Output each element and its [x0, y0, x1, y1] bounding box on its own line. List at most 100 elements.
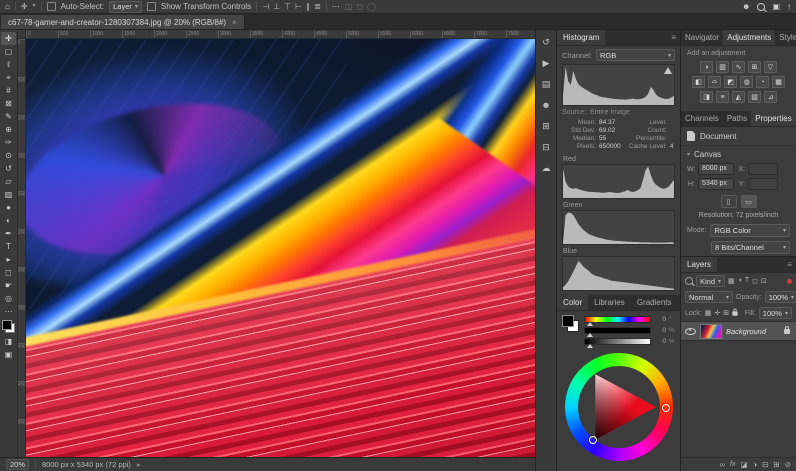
document-canvas[interactable]: [26, 39, 535, 457]
marquee-tool[interactable]: ▢: [1, 45, 16, 58]
adjustment-icon-0-3[interactable]: ⊞: [748, 61, 761, 73]
lock-icon-1[interactable]: ✛: [714, 309, 720, 317]
blend-mode-dropdown[interactable]: Normal ▾: [685, 291, 733, 303]
tab-histogram[interactable]: Histogram: [557, 30, 605, 45]
panel-menu-icon[interactable]: ≡: [667, 30, 680, 45]
height-field[interactable]: 5340 px: [698, 178, 734, 190]
tool-color-swatches[interactable]: [2, 320, 15, 333]
align-icon-5[interactable]: ≣: [314, 2, 321, 11]
layer-filter-icon-0[interactable]: ▦: [728, 277, 735, 285]
color-mode-dropdown[interactable]: RGB Color ▾: [710, 224, 790, 237]
portrait-orientation-button[interactable]: ▯: [721, 195, 737, 208]
align-icon-3[interactable]: ⊢: [295, 2, 302, 11]
tab-libraries[interactable]: Libraries: [588, 295, 631, 310]
layer-filter-icon-4[interactable]: ⊡: [761, 277, 767, 285]
horizontal-ruler[interactable]: 0500100015002000250030003500400045005000…: [18, 30, 535, 39]
hand-tool[interactable]: ☛: [1, 279, 16, 292]
crop-tool[interactable]: #: [1, 84, 16, 97]
adjustment-icon-1-5[interactable]: ▦: [772, 76, 785, 88]
eyedropper-tool[interactable]: ✎: [1, 110, 16, 123]
slider-marker[interactable]: [587, 322, 593, 326]
auto-select-checkbox[interactable]: [47, 2, 56, 11]
pen-tool[interactable]: ✒: [1, 227, 16, 240]
layer-filter-icon-1[interactable]: ◑: [738, 277, 742, 285]
tab-styles[interactable]: Styles: [775, 30, 796, 45]
move-tool-icon[interactable]: ✛: [21, 0, 28, 13]
move-tool[interactable]: ✛: [1, 32, 16, 45]
visibility-eye-icon[interactable]: [685, 328, 696, 335]
layer-name[interactable]: Background: [726, 327, 780, 336]
history-panel-icon[interactable]: ↺: [539, 36, 553, 48]
export-panel-icon[interactable]: ⊞: [539, 120, 553, 132]
tab-channels[interactable]: Channels: [681, 111, 723, 126]
history-brush-tool[interactable]: ↺: [1, 162, 16, 175]
fill-field[interactable]: 100% ▾: [759, 307, 792, 319]
comments-panel-icon[interactable]: ☻: [539, 99, 553, 111]
shape-tool[interactable]: ◻: [1, 266, 16, 279]
share-icon[interactable]: ↑: [787, 0, 791, 13]
healing-brush-tool[interactable]: ⊕: [1, 123, 16, 136]
lock-icon-0[interactable]: ▦: [705, 309, 712, 317]
brightness-slider-value[interactable]: 0: [654, 338, 666, 345]
chevron-down-icon[interactable]: ▾: [687, 151, 690, 158]
source-value[interactable]: Entire Image: [590, 109, 630, 116]
gradient-tool[interactable]: ▨: [1, 188, 16, 201]
adjustment-icon-0-4[interactable]: ▽: [764, 61, 777, 73]
eraser-tool[interactable]: ▱: [1, 175, 16, 188]
slider-marker[interactable]: [587, 333, 593, 337]
new-group-icon[interactable]: ⊟: [762, 460, 768, 469]
adjustment-icon-0-2[interactable]: ∿: [732, 61, 745, 73]
sv-selector-dot[interactable]: [589, 436, 597, 444]
link-layers-icon[interactable]: ∞: [720, 460, 725, 469]
notes-panel-icon[interactable]: ▤: [539, 78, 553, 90]
align-icon-4[interactable]: ∥: [306, 2, 310, 11]
tool-preset-caret-icon[interactable]: ▾: [33, 0, 36, 13]
path-selection-tool[interactable]: ▸: [1, 253, 16, 266]
account-icon[interactable]: ☻: [742, 0, 750, 13]
layer-mask-icon[interactable]: ◪: [740, 460, 747, 469]
filter-toggle-icon[interactable]: [787, 279, 792, 284]
brush-tool[interactable]: ✑: [1, 136, 16, 149]
lock-all-icon[interactable]: [732, 311, 737, 316]
adjustment-icon-0-0[interactable]: ◑: [700, 61, 713, 73]
more-options-icon[interactable]: ⋯: [332, 0, 340, 13]
tab-adjustments[interactable]: Adjustments: [723, 30, 775, 45]
frame-tool[interactable]: ⊠: [1, 97, 16, 110]
adjustment-icon-2-4[interactable]: ⊿: [764, 91, 777, 103]
panel-menu-icon[interactable]: ≡: [783, 257, 796, 272]
close-icon[interactable]: ×: [232, 18, 237, 27]
tab-properties[interactable]: Properties: [751, 111, 795, 126]
edit-toolbar-button[interactable]: ⋯: [1, 305, 16, 318]
saturation-slider[interactable]: [584, 327, 651, 334]
screen-mode-button[interactable]: ▣: [1, 348, 16, 361]
new-layer-icon[interactable]: ⊞: [773, 460, 779, 469]
dodge-tool[interactable]: ◐: [1, 214, 16, 227]
zoom-tool[interactable]: ◎: [1, 292, 16, 305]
adjustment-icon-1-1[interactable]: ⌓: [708, 76, 721, 88]
color-swatches[interactable]: [562, 315, 579, 332]
lock-icon-2[interactable]: ⊞: [723, 309, 729, 317]
object-selection-tool[interactable]: ⌖: [1, 71, 16, 84]
cached-data-warning-icon[interactable]: [664, 67, 672, 74]
adjustment-icon-2-2[interactable]: ◭: [732, 91, 745, 103]
opacity-field[interactable]: 100% ▾: [765, 291, 796, 303]
document-tab[interactable]: c67-78-gamer-and-creator-1280307384.jpg …: [1, 15, 245, 29]
adjustment-layer-icon[interactable]: ◑: [753, 460, 758, 469]
hue-slider[interactable]: [584, 316, 651, 323]
adjustment-icon-1-0[interactable]: ◧: [692, 76, 705, 88]
layer-filter-icon-2[interactable]: T: [745, 277, 749, 285]
tab-navigator[interactable]: Navigator: [681, 30, 723, 45]
color-wheel[interactable]: [565, 353, 673, 461]
slider-marker[interactable]: [587, 344, 593, 348]
delete-layer-icon[interactable]: ⊘: [785, 460, 791, 469]
landscape-orientation-button[interactable]: ▭: [741, 195, 757, 208]
layer-filter-icon-3[interactable]: ◻: [752, 277, 758, 285]
auto-select-dropdown[interactable]: Layer ▾: [109, 1, 142, 13]
clone-stamp-tool[interactable]: ⊙: [1, 149, 16, 162]
align-icon-1[interactable]: ⊥: [273, 2, 280, 11]
brightness-slider[interactable]: [584, 338, 651, 345]
vertical-ruler[interactable]: 0500100015002000250030003500400045005000: [18, 39, 26, 457]
home-icon[interactable]: ⌂: [5, 0, 10, 13]
adjustment-icon-0-1[interactable]: ▥: [716, 61, 729, 73]
adjustment-icon-1-3[interactable]: ◍: [740, 76, 753, 88]
